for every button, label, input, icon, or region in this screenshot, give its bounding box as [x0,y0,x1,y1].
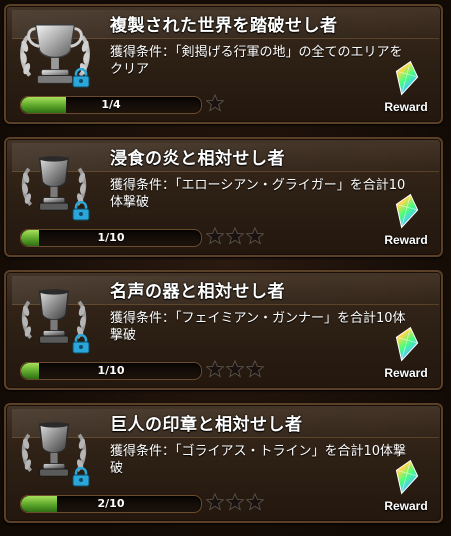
rainbow-crystal-icon [395,193,419,229]
reward-label: Reward [384,366,428,380]
star-icon [226,360,244,378]
achievement-card[interactable]: 巨人の印章と相対せし者 獲得条件：「ゴライアス・トライン」を合計10体撃破 2/… [4,403,443,523]
difficulty-stars [206,227,264,247]
reward-button[interactable]: Reward [379,193,433,247]
star-icon [226,493,244,511]
reward-button[interactable]: Reward [379,459,433,513]
star-icon [206,94,224,112]
achievement-condition: 獲得条件：「剣揭げる行軍の地」の全てのエリアをクリア [110,45,403,77]
star-icon [246,493,264,511]
rainbow-crystal-icon [395,459,419,495]
achievement-card[interactable]: 浸食の炎と相対せし者 獲得条件：「エローシアン・グライガー」を合計10体撃破 1… [4,137,443,257]
difficulty-stars [206,493,264,513]
reward-button[interactable]: Reward [379,326,433,380]
progress-bar: 1/10 [20,229,202,247]
achievement-list: 複製された世界を踏破せし者 獲得条件：「剣揭げる行軍の地」の全てのエリアをクリア… [0,0,451,536]
star-icon [226,227,244,245]
achievement-condition: 獲得条件：「ゴライアス・トライン」を合計10体撃破 [110,444,407,476]
star-icon [246,360,264,378]
progress-bar: 1/4 [20,96,202,114]
progress-bar: 1/10 [20,362,202,380]
star-icon [246,227,264,245]
progress-text: 1/10 [97,231,125,244]
reward-label: Reward [384,100,428,114]
achievement-title: 巨人の印章と相対せし者 [110,415,303,435]
reward-label: Reward [384,233,428,247]
reward-button[interactable]: Reward [379,60,433,114]
star-icon [206,360,224,378]
progress-bar: 2/10 [20,495,202,513]
achievement-title: 浸食の炎と相対せし者 [110,149,285,169]
achievement-title: 複製された世界を踏破せし者 [110,16,338,36]
achievement-card[interactable]: 名声の器と相対せし者 獲得条件：「フェイミアン・ガンナー」を合計10体撃破 1/… [4,270,443,390]
star-icon [206,227,224,245]
lock-icon [72,334,90,354]
lock-icon [72,68,90,88]
progress-text: 2/10 [97,497,125,510]
rainbow-crystal-icon [395,60,419,96]
achievement-title: 名声の器と相対せし者 [110,282,285,302]
achievement-card[interactable]: 複製された世界を踏破せし者 獲得条件：「剣揭げる行軍の地」の全てのエリアをクリア… [4,4,443,124]
achievement-condition: 獲得条件：「エローシアン・グライガー」を合計10体撃破 [110,178,406,210]
lock-icon [72,467,90,487]
reward-label: Reward [384,499,428,513]
progress-text: 1/4 [101,98,121,111]
progress-text: 1/10 [97,364,125,377]
lock-icon [72,201,90,221]
star-icon [206,493,224,511]
difficulty-stars [206,94,224,114]
difficulty-stars [206,360,264,380]
achievement-condition: 獲得条件：「フェイミアン・ガンナー」を合計10体撃破 [110,311,406,343]
rainbow-crystal-icon [395,326,419,362]
